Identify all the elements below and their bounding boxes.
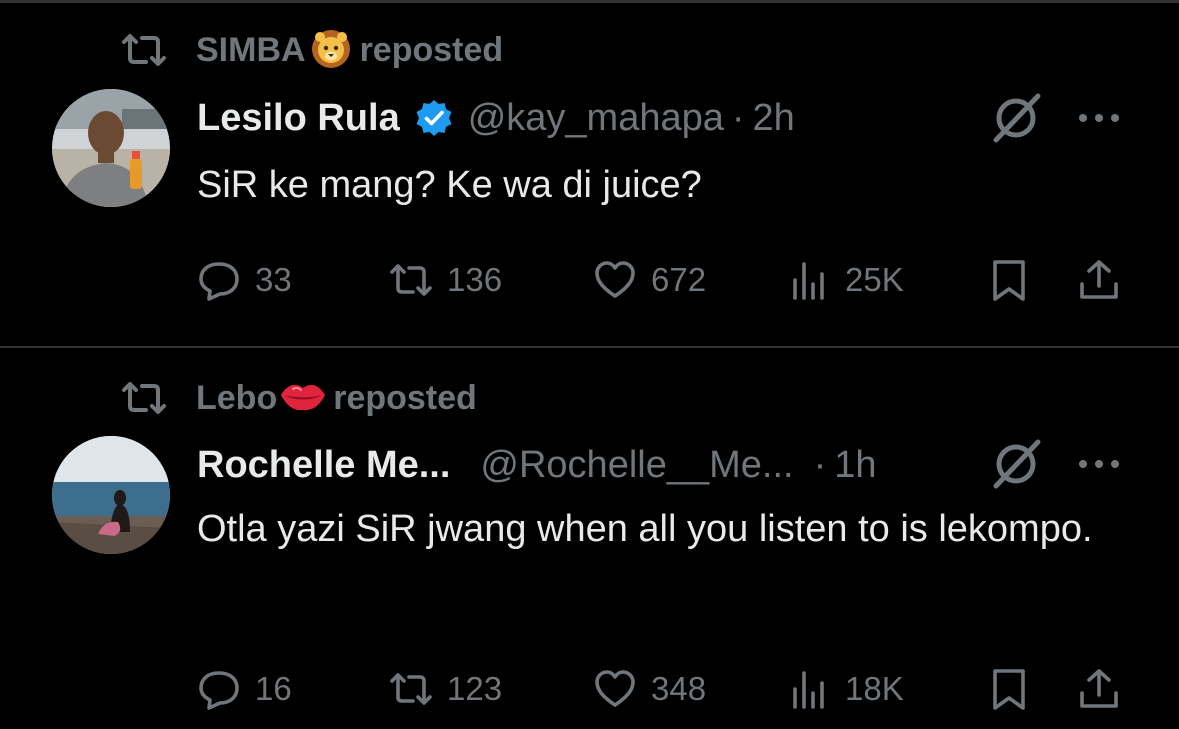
repost-icon [390, 673, 432, 705]
reposted-by-name[interactable]: Lebo [196, 379, 277, 418]
repost-icon [122, 34, 166, 66]
post-text: Otla yazi SiR jwang when all you listen … [197, 508, 1093, 550]
repost-icon [122, 382, 166, 414]
reposted-label: reposted [359, 30, 504, 69]
grok-icon[interactable] [990, 436, 1044, 490]
repost-context: SIMBA reposted [120, 29, 504, 70]
like-button[interactable]: 348 [593, 664, 706, 714]
avatar[interactable] [52, 436, 170, 554]
share-icon [1080, 260, 1118, 299]
reply-count: 33 [255, 261, 292, 298]
repost-count: 123 [447, 670, 503, 707]
views-button[interactable]: 18K [787, 664, 904, 714]
verified-badge-icon[interactable] [414, 98, 454, 138]
post-2[interactable]: Lebo reposted Rochelle Me... @Rochelle__… [0, 348, 1179, 729]
repost-button[interactable]: 123 [389, 664, 502, 714]
repost-button[interactable]: 136 [389, 255, 502, 305]
share-button[interactable] [1077, 255, 1121, 305]
repost-context: Lebo reposted [120, 378, 477, 418]
like-count: 348 [651, 670, 707, 707]
views-icon [793, 671, 824, 709]
repost-count: 136 [447, 261, 503, 298]
reply-icon [199, 262, 239, 301]
grok-icon[interactable] [990, 90, 1044, 144]
bookmark-icon [993, 260, 1025, 301]
bookmark-button[interactable] [987, 664, 1031, 714]
reposted-by-name[interactable]: SIMBA [196, 31, 306, 70]
repost-icon [390, 264, 432, 296]
post-time[interactable]: 1h [834, 444, 876, 487]
action-bar: 16 123 348 18K [197, 664, 1127, 714]
separator-dot: · [813, 443, 827, 486]
lion-emoji-icon [308, 27, 354, 74]
action-bar: 33 136 672 25K [197, 255, 1127, 305]
heart-icon [595, 261, 635, 298]
bookmark-button[interactable] [987, 255, 1031, 305]
separator-dot: · [731, 96, 745, 139]
like-count: 672 [651, 261, 707, 298]
post-header: Rochelle Me... @Rochelle__Me... · 1h [197, 440, 877, 490]
post-1[interactable]: SIMBA reposted Lesilo Rula @kay_mahapa ·… [0, 0, 1179, 346]
lips-emoji-icon [279, 379, 327, 418]
bookmark-icon [993, 669, 1025, 710]
reply-button[interactable]: 16 [197, 664, 292, 714]
share-icon [1080, 669, 1118, 708]
author-handle[interactable]: @Rochelle__Me... [480, 444, 793, 487]
views-button[interactable]: 25K [787, 255, 904, 305]
more-options-icon[interactable] [1075, 454, 1123, 474]
author-name[interactable]: Lesilo Rula [197, 97, 400, 140]
reply-count: 16 [255, 670, 292, 707]
reply-button[interactable]: 33 [197, 255, 292, 305]
reposted-label: reposted [333, 378, 477, 417]
author-handle[interactable]: @kay_mahapa [468, 97, 724, 140]
like-button[interactable]: 672 [593, 255, 706, 305]
post-header: Lesilo Rula @kay_mahapa · 2h [197, 93, 795, 143]
post-time[interactable]: 2h [753, 97, 795, 140]
heart-icon [595, 670, 635, 707]
share-button[interactable] [1077, 664, 1121, 714]
reply-icon [199, 671, 239, 710]
views-icon [793, 262, 824, 300]
view-count: 18K [845, 670, 904, 707]
post-text: SiR ke mang? Ke wa di juice? [197, 164, 702, 206]
view-count: 25K [845, 261, 904, 298]
more-options-icon[interactable] [1075, 108, 1123, 128]
avatar[interactable] [52, 89, 170, 207]
author-name[interactable]: Rochelle Me... [197, 444, 450, 487]
